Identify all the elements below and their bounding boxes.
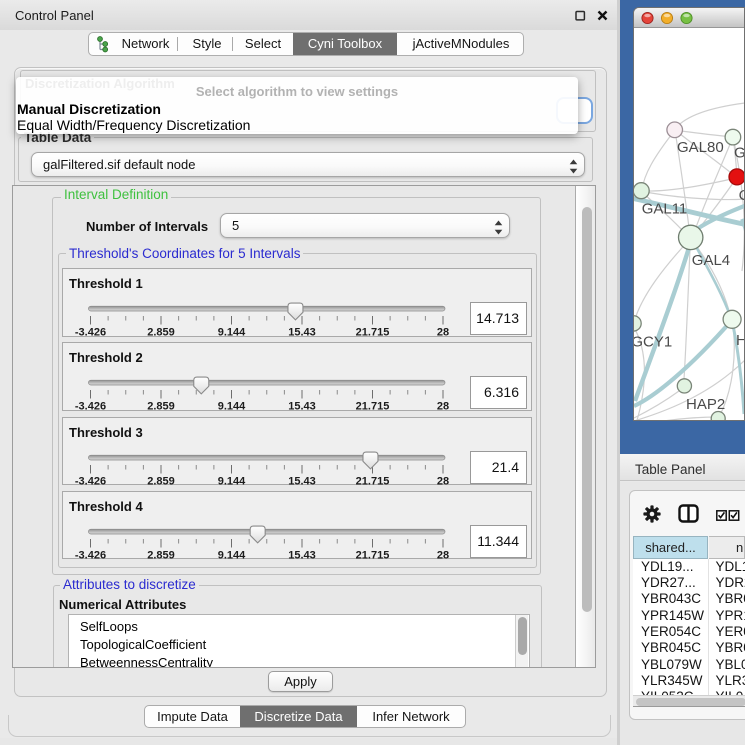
svg-text:28: 28 <box>437 327 449 339</box>
svg-text:21.715: 21.715 <box>356 550 390 562</box>
svg-text:15.43: 15.43 <box>288 327 316 339</box>
svg-text:C: C <box>739 187 745 204</box>
svg-text:28: 28 <box>437 476 449 488</box>
svg-text:2.859: 2.859 <box>147 401 175 413</box>
svg-text:15.43: 15.43 <box>288 401 316 413</box>
svg-text:-3.426: -3.426 <box>75 401 106 413</box>
svg-text:28: 28 <box>437 401 449 413</box>
svg-text:9.144: 9.144 <box>218 476 246 488</box>
svg-text:2.859: 2.859 <box>147 550 175 562</box>
svg-text:GAL80: GAL80 <box>677 139 724 156</box>
svg-text:15.43: 15.43 <box>288 550 316 562</box>
svg-text:21.715: 21.715 <box>356 476 390 488</box>
svg-text:GCY1: GCY1 <box>634 334 672 351</box>
svg-text:GAL11: GAL11 <box>642 201 688 218</box>
svg-text:9.144: 9.144 <box>218 401 246 413</box>
svg-text:9.144: 9.144 <box>218 327 246 339</box>
svg-text:21.715: 21.715 <box>356 401 390 413</box>
svg-text:H: H <box>736 332 745 349</box>
svg-text:-3.426: -3.426 <box>75 550 106 562</box>
svg-text:G.: G. <box>734 145 745 162</box>
svg-text:9.144: 9.144 <box>218 550 246 562</box>
svg-text:15.43: 15.43 <box>288 476 316 488</box>
svg-text:2.859: 2.859 <box>147 327 175 339</box>
svg-text:-3.426: -3.426 <box>75 327 106 339</box>
svg-text:2.859: 2.859 <box>147 476 175 488</box>
svg-text:21.715: 21.715 <box>356 327 390 339</box>
svg-text:GAL4: GAL4 <box>692 252 730 269</box>
svg-text:HAP2: HAP2 <box>686 396 725 413</box>
svg-text:28: 28 <box>437 550 449 562</box>
svg-text:-3.426: -3.426 <box>75 476 106 488</box>
